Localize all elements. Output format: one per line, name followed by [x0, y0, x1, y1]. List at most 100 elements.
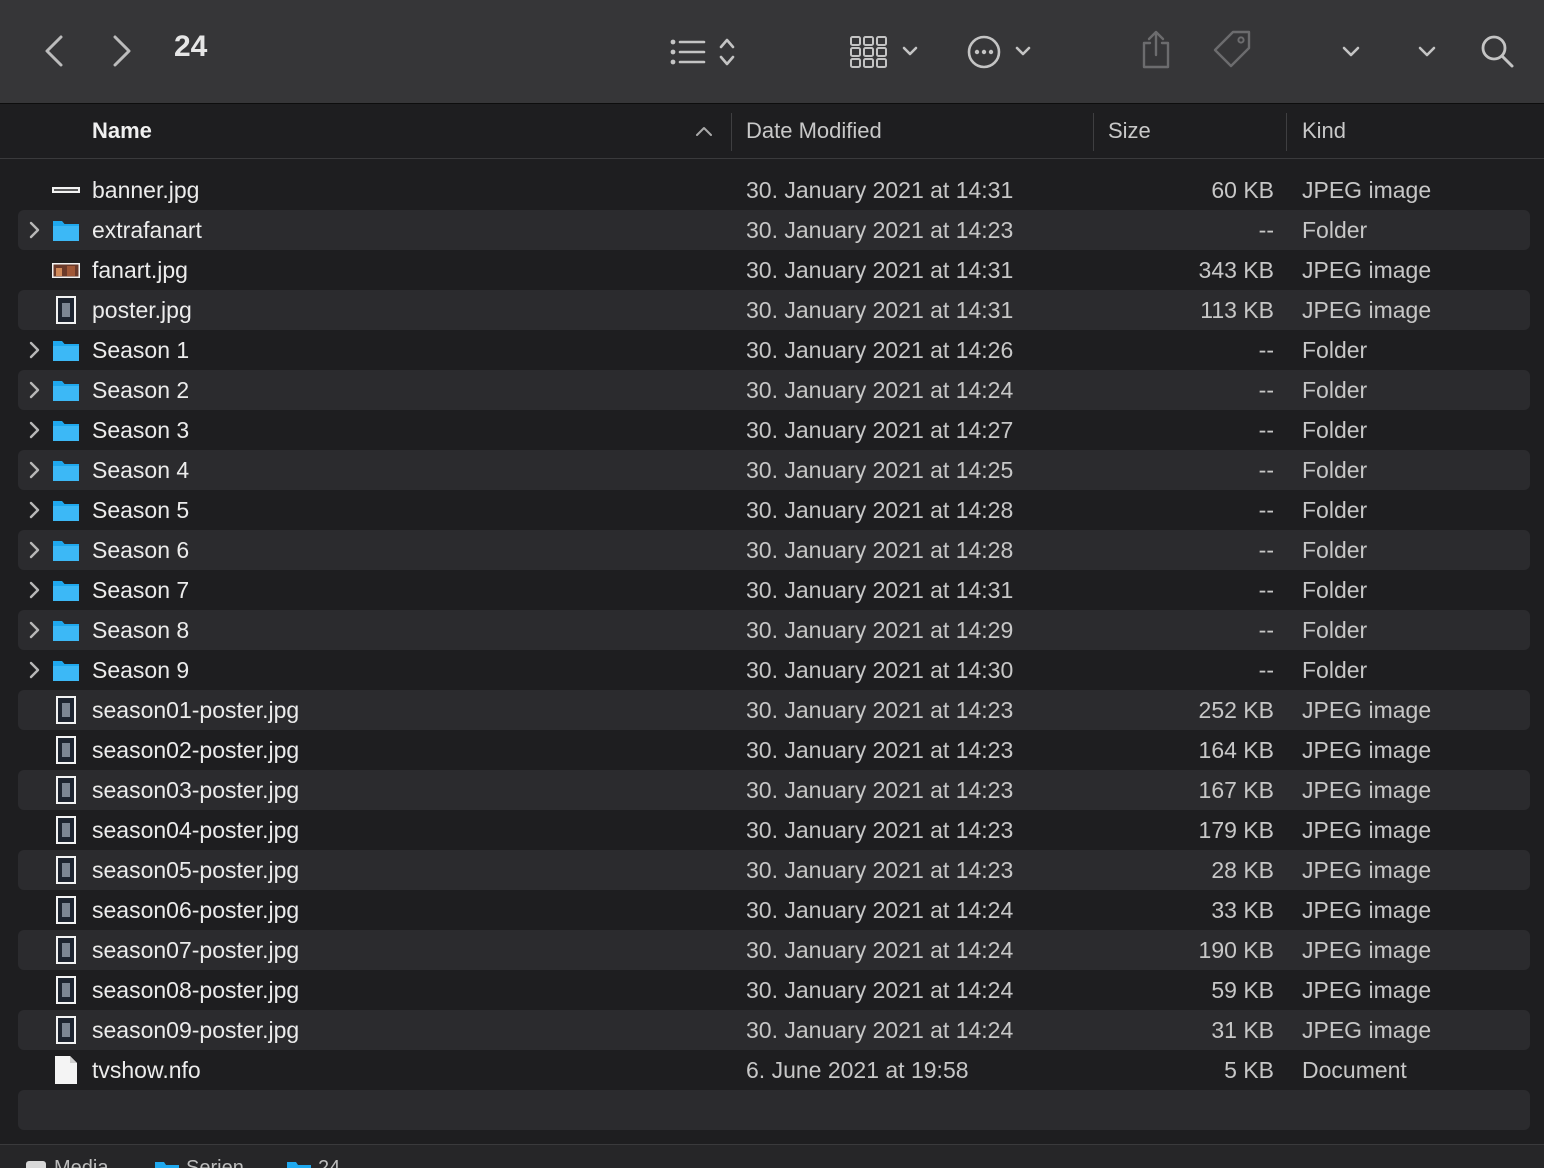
file-date-modified: 30. January 2021 at 14:23 — [746, 217, 1014, 243]
image-file-icon — [52, 936, 80, 964]
file-size: -- — [1258, 617, 1274, 643]
column-separator[interactable] — [1286, 113, 1287, 151]
disclosure-triangle-icon[interactable] — [28, 661, 42, 684]
disclosure-triangle-icon[interactable] — [28, 581, 42, 604]
file-size: 5 KB — [1224, 1057, 1274, 1083]
file-size: -- — [1258, 377, 1274, 403]
file-date-modified: 30. January 2021 at 14:28 — [746, 497, 1014, 523]
file-name: season07-poster.jpg — [92, 937, 300, 963]
disclosure-triangle-icon[interactable] — [28, 501, 42, 524]
folder-row[interactable]: Season 8 30. January 2021 at 14:29 -- Folde… — [18, 610, 1530, 650]
share-icon — [1142, 30, 1170, 69]
file-row[interactable]: poster.jpg 30. January 2021 at 14:31 113 K… — [18, 290, 1530, 330]
disclosure-triangle-icon[interactable] — [28, 461, 42, 484]
file-kind: JPEG image — [1302, 857, 1432, 883]
forward-icon — [113, 35, 131, 67]
file-row[interactable]: season05-poster.jpg 30. January 2021 at 1… — [18, 850, 1530, 890]
back-button[interactable] — [36, 32, 72, 70]
image-file-icon — [52, 696, 80, 724]
file-kind: Document — [1302, 1057, 1407, 1083]
file-name: tvshow.nfo — [92, 1057, 201, 1083]
file-date-modified: 30. January 2021 at 14:31 — [746, 177, 1014, 203]
file-kind: JPEG image — [1302, 257, 1432, 283]
column-separator[interactable] — [731, 113, 732, 151]
file-row[interactable]: tvshow.nfo 6. June 2021 at 19:58 5 KB Docum… — [18, 1050, 1530, 1090]
file-size: 31 KB — [1211, 1017, 1274, 1043]
file-name: season09-poster.jpg — [92, 1017, 300, 1043]
folder-row[interactable]: Season 2 30. January 2021 at 14:24 -- Folde… — [18, 370, 1530, 410]
file-row[interactable]: banner.jpg 30. January 2021 at 14:31 60 KB… — [18, 170, 1530, 210]
disclosure-triangle-icon[interactable] — [28, 341, 42, 364]
toolbar-dropdown-1[interactable] — [1334, 36, 1368, 68]
share-button[interactable] — [1136, 28, 1176, 72]
column-kind[interactable]: Kind — [1302, 105, 1346, 159]
file-size: -- — [1258, 657, 1274, 683]
file-date-modified: 30. January 2021 at 14:24 — [746, 377, 1014, 403]
file-date-modified: 30. January 2021 at 14:23 — [746, 697, 1014, 723]
file-name: season08-poster.jpg — [92, 977, 300, 1003]
image-file-icon — [52, 776, 80, 804]
column-name[interactable]: Name — [92, 105, 152, 159]
path-crumb-media[interactable]: Media — [24, 1157, 108, 1168]
tag-button[interactable] — [1208, 28, 1256, 72]
file-date-modified: 30. January 2021 at 14:31 — [746, 577, 1014, 603]
disclosure-triangle-icon[interactable] — [28, 621, 42, 644]
file-kind: Folder — [1302, 457, 1368, 483]
path-crumb-24[interactable]: 24 — [286, 1157, 340, 1168]
folder-icon — [52, 216, 80, 244]
sort-ascending-icon[interactable] — [694, 124, 714, 138]
folder-icon — [52, 456, 80, 484]
folder-icon — [52, 576, 80, 604]
folder-row[interactable]: Season 7 30. January 2021 at 14:31 -- Folde… — [18, 570, 1530, 610]
search-button[interactable] — [1476, 30, 1518, 72]
file-date-modified: 30. January 2021 at 14:26 — [746, 337, 1014, 363]
file-row[interactable]: season03-poster.jpg 30. January 2021 at 1… — [18, 770, 1530, 810]
disclosure-triangle-icon[interactable] — [28, 381, 42, 404]
file-name: season01-poster.jpg — [92, 697, 300, 723]
toolbar-dropdown-2[interactable] — [1410, 36, 1444, 68]
folder-row[interactable]: Season 9 30. January 2021 at 14:30 -- Folde… — [18, 650, 1530, 690]
file-row[interactable]: fanart.jpg 30. January 2021 at 14:31 343 K… — [18, 250, 1530, 290]
file-row[interactable]: season06-poster.jpg 30. January 2021 at 1… — [18, 890, 1530, 930]
file-kind: JPEG image — [1302, 937, 1432, 963]
folder-row[interactable]: Season 4 30. January 2021 at 14:25 -- Folde… — [18, 450, 1530, 490]
folder-row[interactable]: Season 6 30. January 2021 at 14:28 -- Folde… — [18, 530, 1530, 570]
disclosure-triangle-icon[interactable] — [28, 421, 42, 444]
window-title: 24 — [174, 30, 208, 63]
column-size[interactable]: Size — [1108, 105, 1151, 159]
column-date-modified[interactable]: Date Modified — [746, 105, 882, 159]
folder-row[interactable]: Season 3 30. January 2021 at 14:27 -- Folde… — [18, 410, 1530, 450]
folder-icon — [52, 376, 80, 404]
file-size: -- — [1258, 537, 1274, 563]
file-size: -- — [1258, 217, 1274, 243]
view-mode-button[interactable] — [666, 32, 742, 72]
path-crumb-serien[interactable]: Serien — [154, 1157, 244, 1168]
file-row[interactable]: season08-poster.jpg 30. January 2021 at 1… — [18, 970, 1530, 1010]
search-icon — [1481, 35, 1514, 68]
forward-button[interactable] — [104, 32, 140, 70]
folder-icon — [52, 656, 80, 684]
disclosure-triangle-icon[interactable] — [28, 221, 42, 244]
disclosure-triangle-icon[interactable] — [28, 541, 42, 564]
file-row[interactable]: season01-poster.jpg 30. January 2021 at 1… — [18, 690, 1530, 730]
more-actions-button[interactable] — [964, 32, 1038, 72]
file-size: -- — [1258, 497, 1274, 523]
folder-icon — [52, 616, 80, 644]
file-kind: JPEG image — [1302, 897, 1432, 923]
column-separator[interactable] — [1093, 113, 1094, 151]
file-row[interactable]: season09-poster.jpg 30. January 2021 at 1… — [18, 1010, 1530, 1050]
file-row[interactable]: season04-poster.jpg 30. January 2021 at 1… — [18, 810, 1530, 850]
file-row[interactable]: season02-poster.jpg 30. January 2021 at 1… — [18, 730, 1530, 770]
file-size: -- — [1258, 417, 1274, 443]
folder-row[interactable]: Season 1 30. January 2021 at 14:26 -- Folde… — [18, 330, 1530, 370]
image-file-icon — [52, 296, 80, 324]
file-date-modified: 30. January 2021 at 14:24 — [746, 1017, 1014, 1043]
file-date-modified: 30. January 2021 at 14:31 — [746, 257, 1014, 283]
image-file-icon — [52, 856, 80, 884]
folder-row[interactable]: extrafanart 30. January 2021 at 14:23 -- Fo… — [18, 210, 1530, 250]
group-button[interactable] — [846, 32, 924, 72]
file-row[interactable]: season07-poster.jpg 30. January 2021 at 1… — [18, 930, 1530, 970]
file-size: 60 KB — [1211, 177, 1274, 203]
file-kind: Folder — [1302, 217, 1368, 243]
folder-row[interactable]: Season 5 30. January 2021 at 14:28 -- Folde… — [18, 490, 1530, 530]
